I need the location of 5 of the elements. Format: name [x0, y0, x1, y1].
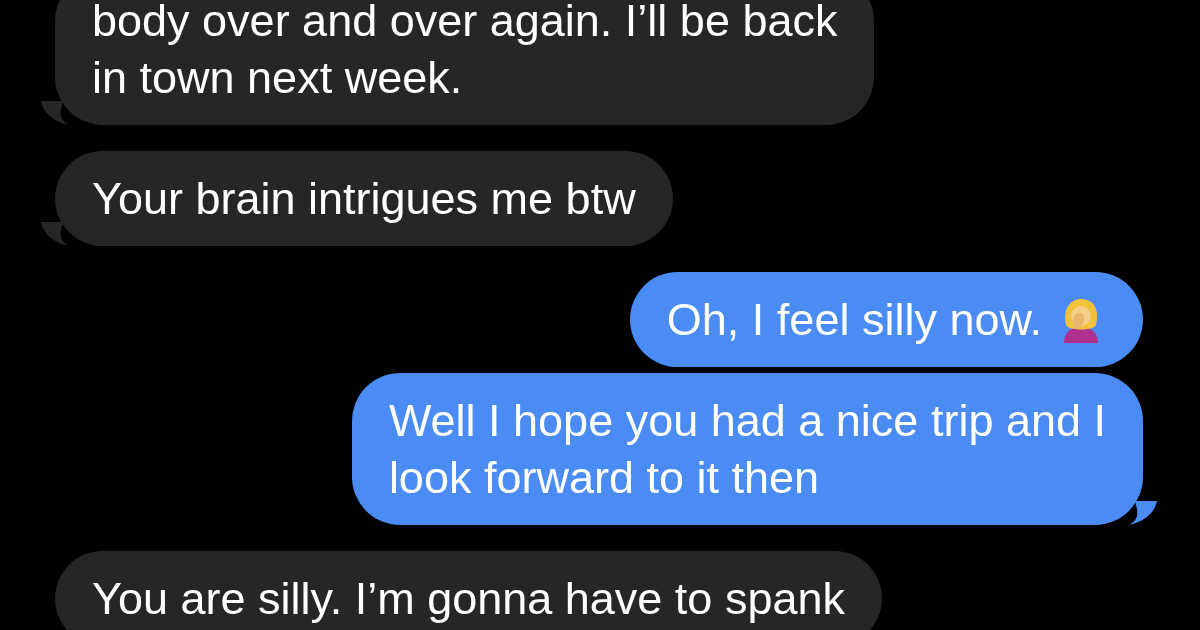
- bubble-tail: [1127, 501, 1157, 525]
- bubble-tail: [41, 101, 71, 125]
- message-bubble: Oh, I feel silly now.: [629, 272, 1143, 367]
- message-bubble: You are silly. I’m gonna have to spank: [55, 551, 882, 630]
- bubble-tail: [41, 222, 71, 246]
